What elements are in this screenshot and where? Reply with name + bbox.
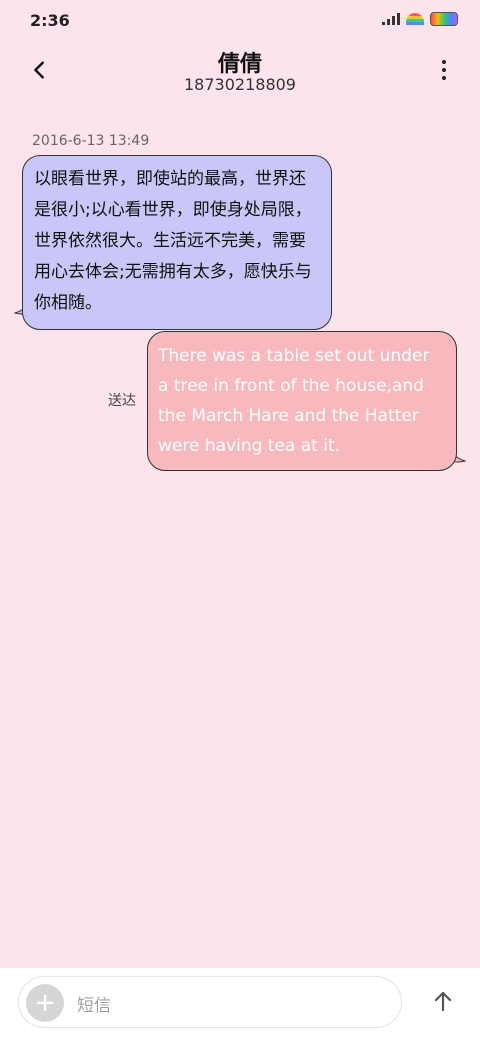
message-timestamp: 2016-6-13 13:49 xyxy=(32,133,150,149)
battery-icon xyxy=(430,12,458,26)
outgoing-message-bubble[interactable]: There was a table set out under a tree i… xyxy=(147,331,457,471)
status-time: 2:36 xyxy=(30,11,70,30)
message-input-placeholder: 短信 xyxy=(77,996,111,1016)
delivery-status: 送达 xyxy=(108,393,136,409)
composer-bar: 短信 xyxy=(0,968,480,1040)
conversation-header: 倩倩 18730218809 xyxy=(0,42,480,102)
add-attachment-button[interactable] xyxy=(26,984,64,1022)
incoming-message-bubble[interactable]: 以眼看世界，即使站的最高，世界还是很小;以心看世界，即使身处局限，世界依然很大。… xyxy=(22,155,332,330)
rainbow-icon xyxy=(406,13,424,25)
send-button[interactable] xyxy=(428,986,458,1016)
status-bar: 2:36 xyxy=(0,0,480,42)
more-options-button[interactable] xyxy=(432,54,456,86)
arrow-up-icon xyxy=(434,991,452,1012)
message-input[interactable]: 短信 xyxy=(18,976,402,1028)
signal-icon xyxy=(382,13,400,25)
contact-name: 倩倩 xyxy=(217,52,262,77)
plus-icon xyxy=(36,994,54,1012)
status-icons xyxy=(382,12,458,26)
contact-number: 18730218809 xyxy=(184,75,296,94)
more-vertical-icon xyxy=(442,60,446,64)
